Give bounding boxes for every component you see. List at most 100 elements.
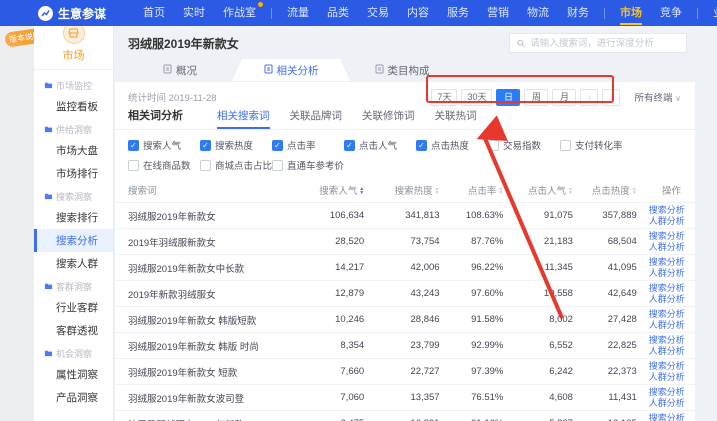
subtab-关联品牌词[interactable]: 关联品牌词 [290,108,343,129]
nav-item-营销[interactable]: 营销 [478,0,518,26]
value-cell: 22,727 [370,359,445,385]
date-range-月[interactable]: 月 [552,89,576,106]
subtab-关联修饰词[interactable]: 关联修饰词 [362,108,415,129]
sidebar-item-市场排行[interactable]: 市场排行 [34,162,113,185]
metric-checkbox-点击率[interactable]: ✓点击率 [272,138,344,152]
column-header-点击率[interactable]: 点击率▲▼ [446,178,510,203]
metric-label: 搜索热度 [215,138,253,152]
prev-period-button[interactable]: ‹ [580,89,598,106]
search-box[interactable] [509,33,687,53]
metric-checkbox-支付转化率[interactable]: 支付转化率 [560,138,632,152]
tab-类目构成[interactable]: 类目构成 [350,59,454,81]
date-range-周[interactable]: 周 [524,89,548,106]
subtab-关联热词[interactable]: 关联热词 [435,108,477,129]
tab-bar: 概况 相关分析类目构成 [115,59,717,81]
metric-checkbox-交易指数[interactable]: 交易指数 [488,138,560,152]
sidebar-item-搜索人群[interactable]: 搜索人群 [34,252,113,275]
folder-icon [44,282,53,292]
nav-item-竞争[interactable]: 竞争 [651,0,691,26]
metric-checkbox-点击人气[interactable]: ✓点击人气 [344,138,416,152]
metric-label: 直通车参考价 [287,158,344,172]
subtab-相关搜索词[interactable]: 相关搜索词 [217,108,270,129]
date-range-日[interactable]: 日 [496,89,520,106]
action-link-人群分析[interactable]: 人群分析 [649,294,681,305]
folder-icon [44,192,53,202]
action-link-搜索分析[interactable]: 搜索分析 [649,387,681,398]
date-range-30天[interactable]: 30天 [461,89,492,106]
next-period-button[interactable]: › [602,89,620,106]
sidebar-item-市场大盘[interactable]: 市场大盘 [34,139,113,162]
tab-相关分析[interactable]: 相关分析 [232,59,350,81]
metric-label: 在线商品数 [143,158,191,172]
nav-item-首页[interactable]: 首页 [134,0,174,26]
action-link-搜索分析[interactable]: 搜索分析 [649,361,681,372]
action-link-搜索分析[interactable]: 搜索分析 [649,309,681,320]
nav-item-市场[interactable]: 市场 [611,0,651,26]
nav-item-交易[interactable]: 交易 [358,0,398,26]
column-header-点击人气[interactable]: 点击人气▲▼ [509,178,579,203]
tab-label: 概况 [176,63,197,78]
action-link-搜索分析[interactable]: 搜索分析 [649,231,681,242]
sidebar-item-监控看板[interactable]: 监控看板 [34,95,113,118]
nav-item-品类[interactable]: 品类 [318,0,358,26]
value-cell: 96.22% [446,255,510,281]
action-link-搜索分析[interactable]: 搜索分析 [649,335,681,346]
metric-checkbox-搜索热度[interactable]: ✓ 搜索热度 [200,138,272,152]
action-link-搜索分析[interactable]: 搜索分析 [649,205,681,216]
action-link-人群分析[interactable]: 人群分析 [649,320,681,331]
action-link-人群分析[interactable]: 人群分析 [649,372,681,383]
nav-item-财务[interactable]: 财务 [558,0,598,26]
action-link-搜索分析[interactable]: 搜索分析 [649,283,681,294]
action-link-人群分析[interactable]: 人群分析 [649,346,681,357]
action-link-搜索分析[interactable]: 搜索分析 [649,257,681,268]
sidebar-item-客群透视[interactable]: 客群透视 [34,319,113,342]
checkbox-icon: ✓ [128,140,139,151]
keyword-cell: 羽绒服2019年新款女中长款 [115,255,295,281]
nav-item-作战室[interactable]: 作战室 [214,0,265,26]
table-row: 羽绒服2019年新款女波司登7,06013,35776.51%4,60811,4… [115,385,695,411]
sidebar-group-label: 客群洞察 [56,280,92,293]
action-link-人群分析[interactable]: 人群分析 [649,268,681,279]
market-label: 市场 [34,47,113,63]
sidebar-item-属性洞察[interactable]: 属性洞察 [34,363,113,386]
checkbox-icon [128,160,139,171]
nav-item-服务[interactable]: 服务 [438,0,478,26]
metric-checkbox-直通车参考价[interactable]: 直通车参考价 [272,158,344,172]
checkbox-icon: ✓ [200,140,211,151]
checkbox-icon [200,160,211,171]
column-label: 点击热度 [592,186,630,197]
nav-item-内容[interactable]: 内容 [398,0,438,26]
nav-item-物流[interactable]: 物流 [518,0,558,26]
date-range-7天[interactable]: 7天 [431,89,457,106]
metric-checkbox-商城点击占比[interactable]: 商城点击占比 [200,158,272,172]
nav-item-流量[interactable]: 流量 [278,0,318,26]
sidebar-item-搜索分析[interactable]: 搜索分析 [34,229,113,252]
sort-icon[interactable]: ▲▼ [568,187,573,195]
column-header-操作: 操作 [643,178,695,203]
keyword-cell: 羽绒服2019年新款女 [115,203,295,229]
sort-icon[interactable]: ▲▼ [359,187,364,195]
column-header-搜索热度[interactable]: 搜索热度▲▼ [370,178,445,203]
sidebar-item-产品洞察[interactable]: 产品洞察 [34,386,113,409]
terminal-dropdown[interactable]: 所有终端 ∨ [634,90,681,104]
sidebar-item-搜索排行[interactable]: 搜索排行 [34,206,113,229]
brand[interactable]: 生意参谋 [38,5,106,22]
metric-checkbox-在线商品数[interactable]: 在线商品数 [128,158,200,172]
action-link-人群分析[interactable]: 人群分析 [649,398,681,409]
column-header-搜索人气[interactable]: 搜索人气▲▼ [295,178,370,203]
sort-icon[interactable]: ▲▼ [435,187,440,195]
sidebar-item-行业客群[interactable]: 行业客群 [34,296,113,319]
tab-概况[interactable]: 概况 [128,59,232,81]
value-cell: 28,520 [295,229,370,255]
action-link-人群分析[interactable]: 人群分析 [649,242,681,253]
sort-icon[interactable]: ▲▼ [632,187,637,195]
nav-item-业务专区[interactable]: 业务专区 [704,0,717,26]
action-link-人群分析[interactable]: 人群分析 [649,216,681,227]
sort-icon[interactable]: ▲▼ [498,187,503,195]
metric-checkbox-搜索人气[interactable]: ✓搜索人气 [128,138,200,152]
nav-item-实时[interactable]: 实时 [174,0,214,26]
search-input[interactable] [530,38,679,49]
metric-checkbox-点击热度[interactable]: ✓点击热度 [416,138,488,152]
action-link-搜索分析[interactable]: 搜索分析 [649,413,681,421]
column-header-点击热度[interactable]: 点击热度▲▼ [579,178,643,203]
